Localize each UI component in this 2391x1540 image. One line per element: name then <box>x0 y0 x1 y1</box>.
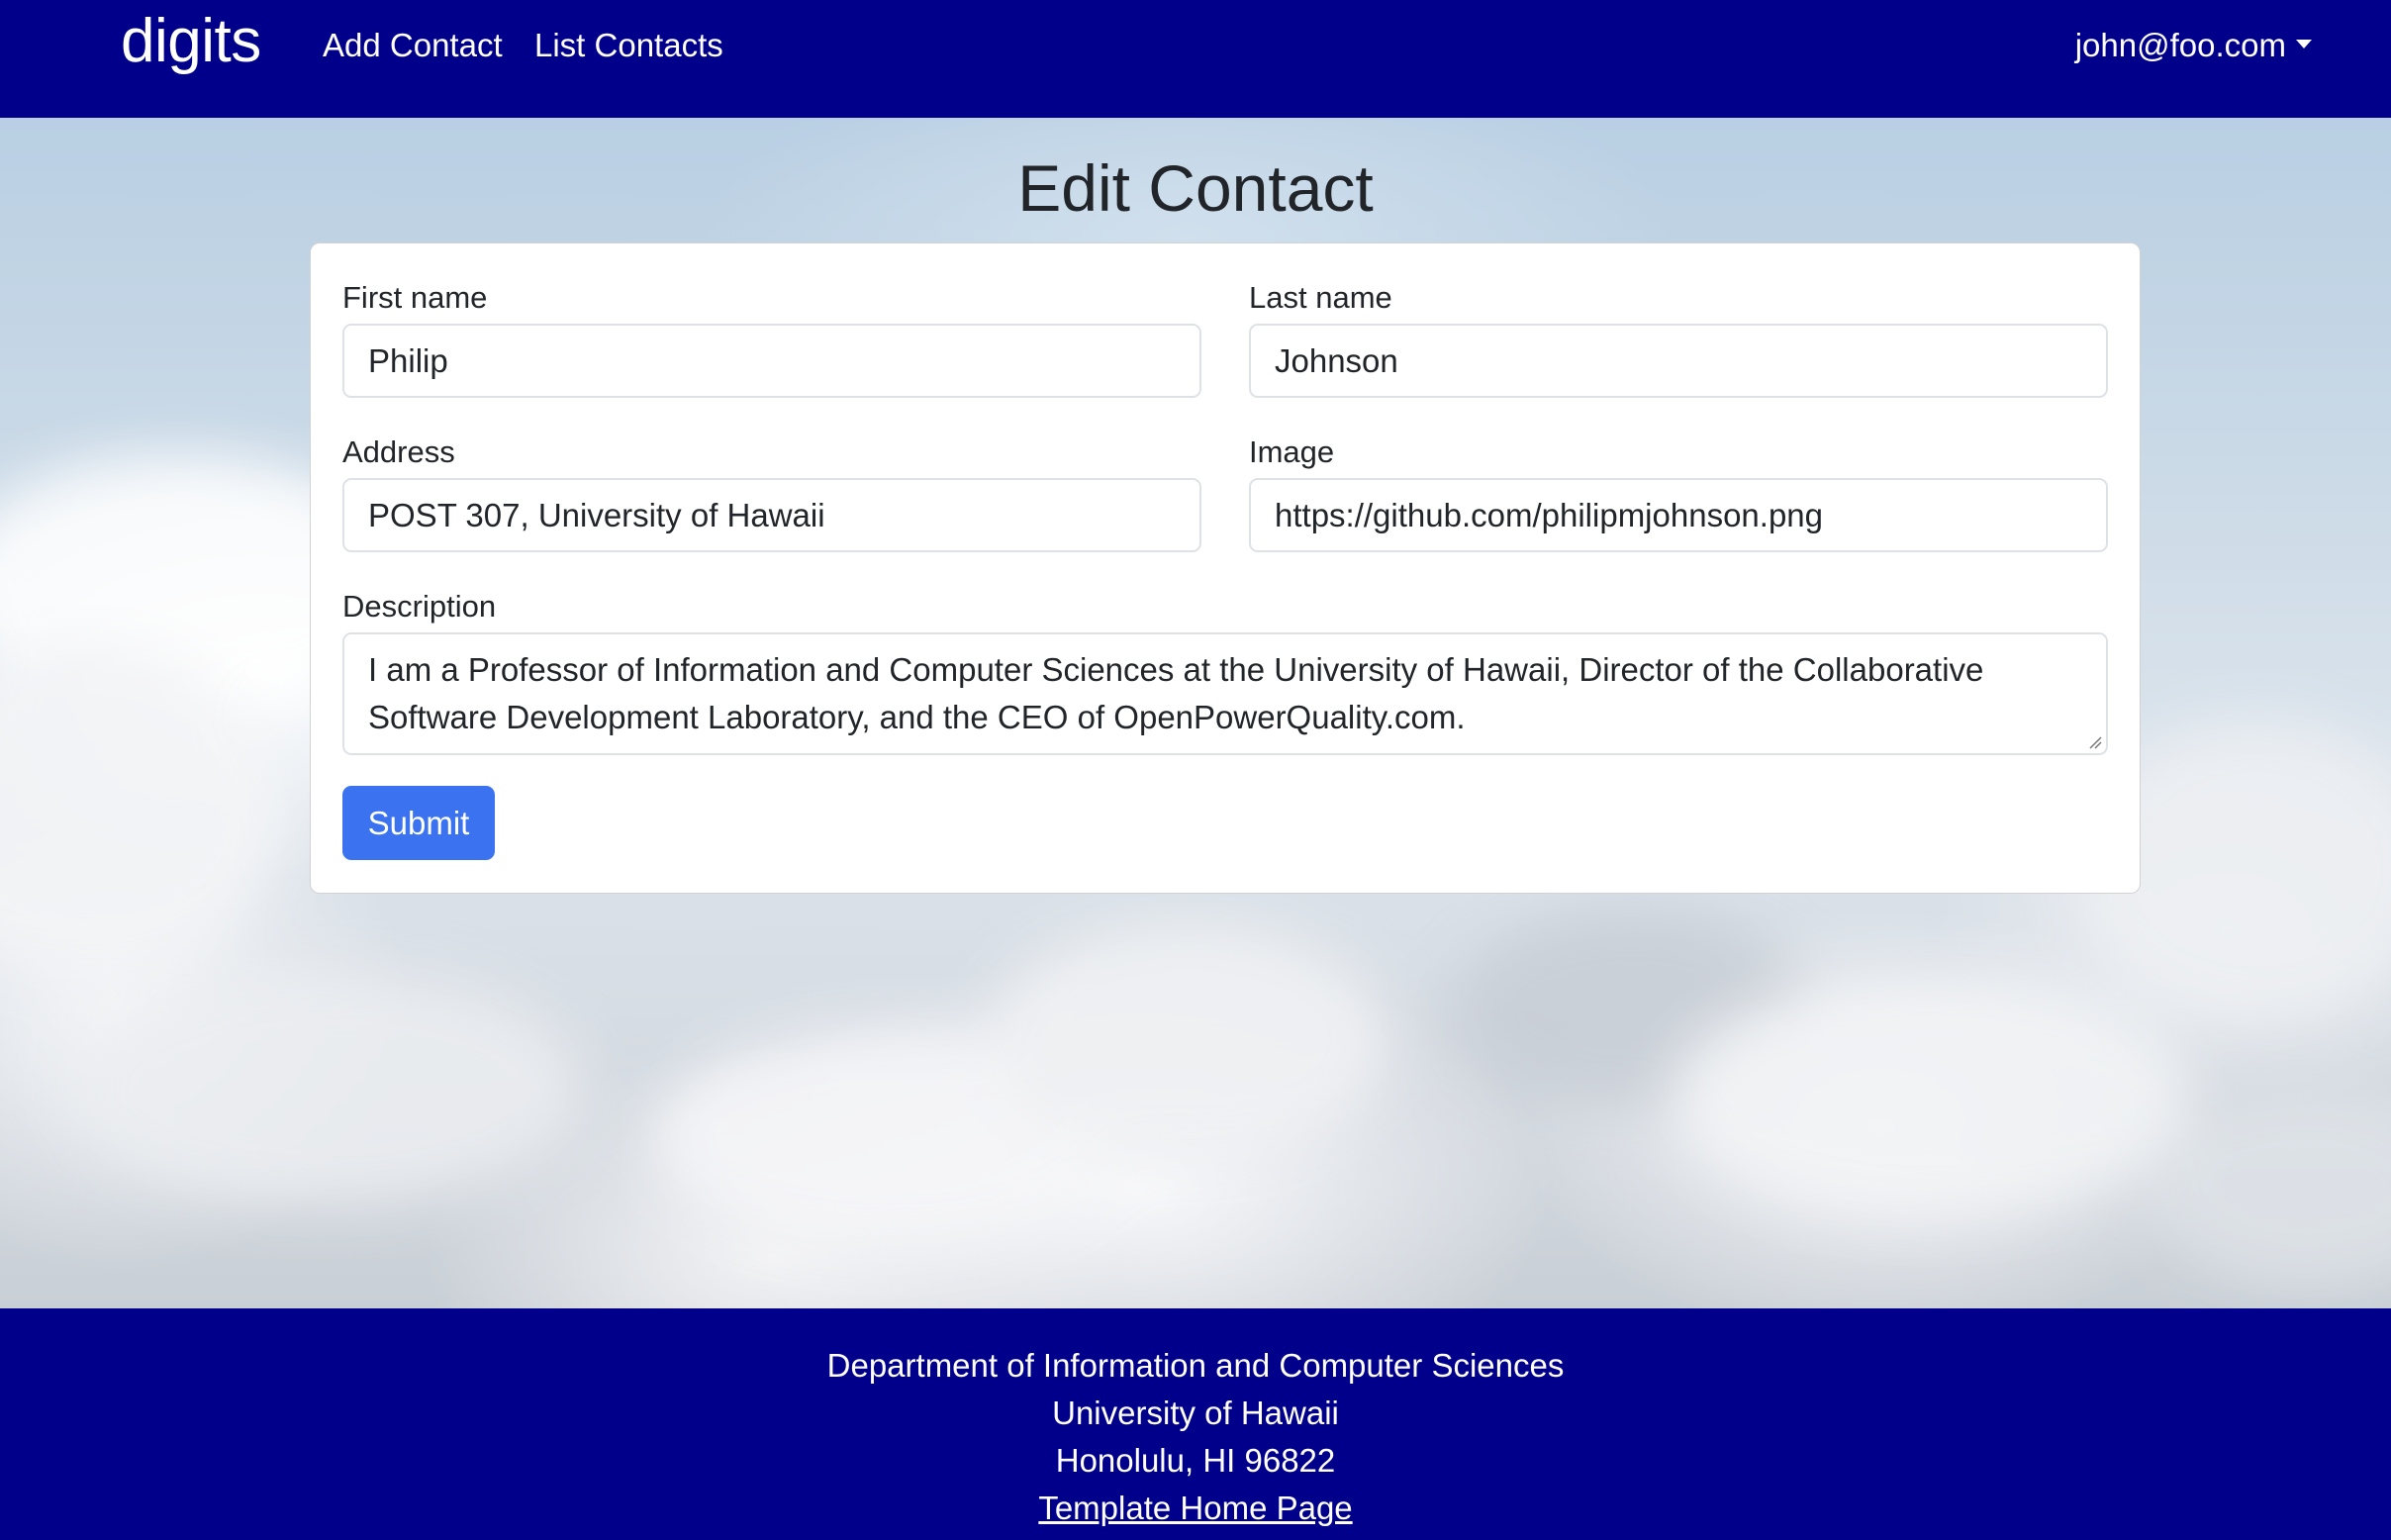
top-navbar: digits Add Contact List Contacts john@fo… <box>0 0 2391 118</box>
nav-list-contacts-link[interactable]: List Contacts <box>534 24 723 67</box>
first-name-input[interactable]: Philip <box>342 324 1201 398</box>
edit-contact-form-card: First name Philip Last name Johnson Addr… <box>310 242 2141 894</box>
footer-university: University of Hawaii <box>1052 1395 1339 1431</box>
description-label: Description <box>342 589 497 624</box>
description-textarea[interactable]: I am a Professor of Information and Comp… <box>342 632 2108 755</box>
caret-down-icon <box>2296 39 2312 48</box>
footer-department: Department of Information and Computer S… <box>826 1347 1565 1384</box>
user-dropdown[interactable]: john@foo.com <box>2075 24 2312 67</box>
footer-city: Honolulu, HI 96822 <box>1055 1442 1336 1479</box>
page-title: Edit Contact <box>1017 151 1374 225</box>
address-input[interactable]: POST 307, University of Hawaii <box>342 478 1201 552</box>
description-text-line-1: I am a Professor of Information and Comp… <box>368 651 1984 688</box>
user-email: john@foo.com <box>2074 27 2286 63</box>
first-name-label: First name <box>342 280 488 315</box>
submit-button[interactable]: Submit <box>342 786 495 860</box>
description-text-line-2: Software Development Laboratory, and the… <box>368 699 1466 735</box>
brand-logo-link[interactable]: digits <box>121 6 261 77</box>
nav-add-contact-link[interactable]: Add Contact <box>323 24 503 67</box>
last-name-input[interactable]: Johnson <box>1249 324 2108 398</box>
image-label: Image <box>1249 434 1335 469</box>
address-label: Address <box>342 434 455 469</box>
last-name-label: Last name <box>1249 280 1392 315</box>
footer: Department of Information and Computer S… <box>0 1308 2391 1540</box>
resize-handle-icon[interactable] <box>2088 735 2102 749</box>
image-url-input[interactable]: https://github.com/philipmjohnson.png <box>1249 478 2108 552</box>
template-home-page-link[interactable]: Template Home Page <box>1038 1490 1352 1526</box>
